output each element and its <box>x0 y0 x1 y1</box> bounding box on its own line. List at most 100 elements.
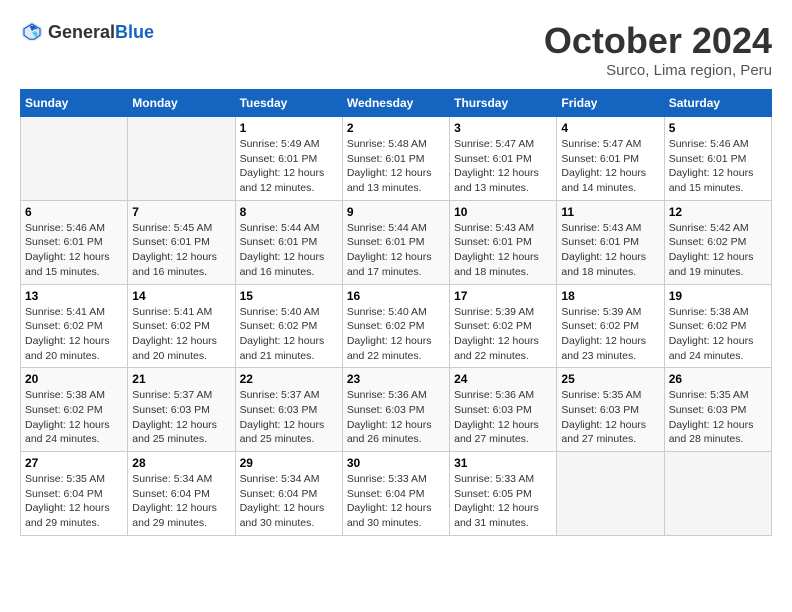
daylight-label: Daylight: 12 hours and 12 minutes. <box>240 167 325 194</box>
logo-general: General <box>48 22 115 42</box>
day-number: 19 <box>669 289 767 303</box>
daylight-label: Daylight: 12 hours and 24 minutes. <box>669 335 754 362</box>
day-info: Sunrise: 5:40 AMSunset: 6:02 PMDaylight:… <box>347 305 445 364</box>
day-number: 3 <box>454 121 552 135</box>
calendar-cell: 9Sunrise: 5:44 AMSunset: 6:01 PMDaylight… <box>342 200 449 284</box>
sunset-label: Sunset: 6:02 PM <box>347 320 425 332</box>
day-number: 1 <box>240 121 338 135</box>
day-info: Sunrise: 5:39 AMSunset: 6:02 PMDaylight:… <box>561 305 659 364</box>
sunset-label: Sunset: 6:01 PM <box>132 236 210 248</box>
day-info: Sunrise: 5:39 AMSunset: 6:02 PMDaylight:… <box>454 305 552 364</box>
sunset-label: Sunset: 6:01 PM <box>240 236 318 248</box>
sunset-label: Sunset: 6:03 PM <box>347 404 425 416</box>
calendar-cell: 25Sunrise: 5:35 AMSunset: 6:03 PMDayligh… <box>557 368 664 452</box>
day-number: 23 <box>347 372 445 386</box>
day-info: Sunrise: 5:40 AMSunset: 6:02 PMDaylight:… <box>240 305 338 364</box>
calendar-cell: 6Sunrise: 5:46 AMSunset: 6:01 PMDaylight… <box>21 200 128 284</box>
sunrise-label: Sunrise: 5:34 AM <box>240 473 320 485</box>
calendar-cell: 16Sunrise: 5:40 AMSunset: 6:02 PMDayligh… <box>342 284 449 368</box>
day-info: Sunrise: 5:43 AMSunset: 6:01 PMDaylight:… <box>454 221 552 280</box>
sunrise-label: Sunrise: 5:40 AM <box>240 306 320 318</box>
day-info: Sunrise: 5:47 AMSunset: 6:01 PMDaylight:… <box>454 137 552 196</box>
calendar-cell <box>557 452 664 536</box>
header-friday: Friday <box>557 90 664 117</box>
sunset-label: Sunset: 6:04 PM <box>25 488 103 500</box>
daylight-label: Daylight: 12 hours and 30 minutes. <box>240 502 325 529</box>
calendar-header-row: Sunday Monday Tuesday Wednesday Thursday… <box>21 90 772 117</box>
day-info: Sunrise: 5:37 AMSunset: 6:03 PMDaylight:… <box>132 388 230 447</box>
day-number: 18 <box>561 289 659 303</box>
sunset-label: Sunset: 6:01 PM <box>454 153 532 165</box>
daylight-label: Daylight: 12 hours and 20 minutes. <box>132 335 217 362</box>
calendar-cell: 31Sunrise: 5:33 AMSunset: 6:05 PMDayligh… <box>450 452 557 536</box>
sunrise-label: Sunrise: 5:35 AM <box>669 389 749 401</box>
header-thursday: Thursday <box>450 90 557 117</box>
sunrise-label: Sunrise: 5:39 AM <box>454 306 534 318</box>
daylight-label: Daylight: 12 hours and 22 minutes. <box>454 335 539 362</box>
daylight-label: Daylight: 12 hours and 23 minutes. <box>561 335 646 362</box>
header-saturday: Saturday <box>664 90 771 117</box>
day-number: 15 <box>240 289 338 303</box>
daylight-label: Daylight: 12 hours and 22 minutes. <box>347 335 432 362</box>
calendar-cell: 17 Sunrise: 5:39 AMSunset: 6:02 PMDayligh… <box>450 284 557 368</box>
day-number: 11 <box>561 205 659 219</box>
sunset-label: Sunset: 6:01 PM <box>561 153 639 165</box>
calendar-week-5: 27Sunrise: 5:35 AMSunset: 6:04 PMDayligh… <box>21 452 772 536</box>
sunrise-label: Sunrise: 5:35 AM <box>25 473 105 485</box>
sunset-label: Sunset: 6:01 PM <box>25 236 103 248</box>
calendar-cell <box>128 117 235 201</box>
daylight-label: Daylight: 12 hours and 14 minutes. <box>561 167 646 194</box>
day-info: Sunrise: 5:35 AMSunset: 6:03 PMDaylight:… <box>669 388 767 447</box>
day-info: Sunrise: 5:37 AMSunset: 6:03 PMDaylight:… <box>240 388 338 447</box>
day-number: 26 <box>669 372 767 386</box>
day-number: 17 <box>454 289 552 303</box>
daylight-label: Daylight: 12 hours and 27 minutes. <box>561 419 646 446</box>
daylight-label: Daylight: 12 hours and 29 minutes. <box>132 502 217 529</box>
logo: GeneralBlue <box>20 20 154 44</box>
calendar-cell: 26 Sunrise: 5:35 AMSunset: 6:03 PMDayligh… <box>664 368 771 452</box>
sunrise-label: Sunrise: 5:44 AM <box>347 222 427 234</box>
sunrise-label: Sunrise: 5:42 AM <box>669 222 749 234</box>
calendar-cell: 12Sunrise: 5:42 AMSunset: 6:02 PMDayligh… <box>664 200 771 284</box>
daylight-label: Daylight: 12 hours and 31 minutes. <box>454 502 539 529</box>
daylight-label: Daylight: 12 hours and 28 minutes. <box>669 419 754 446</box>
sunrise-label: Sunrise: 5:38 AM <box>25 389 105 401</box>
sunrise-label: Sunrise: 5:36 AM <box>347 389 427 401</box>
calendar-cell: 21Sunrise: 5:37 AMSunset: 6:03 PMDayligh… <box>128 368 235 452</box>
day-info: Sunrise: 5:33 AMSunset: 6:05 PMDaylight:… <box>454 472 552 531</box>
header-sunday: Sunday <box>21 90 128 117</box>
day-info: Sunrise: 5:38 AMSunset: 6:02 PMDaylight:… <box>669 305 767 364</box>
calendar-cell: 4 Sunrise: 5:47 AM Sunset: 6:01 PM Daylight… <box>557 117 664 201</box>
day-number: 7 <box>132 205 230 219</box>
sunrise-label: Sunrise: 5:46 AM <box>25 222 105 234</box>
sunset-label: Sunset: 6:03 PM <box>454 404 532 416</box>
day-number: 9 <box>347 205 445 219</box>
daylight-label: Daylight: 12 hours and 19 minutes. <box>669 251 754 278</box>
calendar-cell: 24Sunrise: 5:36 AMSunset: 6:03 PMDayligh… <box>450 368 557 452</box>
sunrise-label: Sunrise: 5:39 AM <box>561 306 641 318</box>
daylight-label: Daylight: 12 hours and 18 minutes. <box>454 251 539 278</box>
sunset-label: Sunset: 6:03 PM <box>132 404 210 416</box>
day-info: Sunrise: 5:41 AMSunset: 6:02 PMDaylight:… <box>25 305 123 364</box>
calendar-cell: 22 Sunrise: 5:37 AMSunset: 6:03 PMDayligh… <box>235 368 342 452</box>
day-info: Sunrise: 5:34 AMSunset: 6:04 PMDaylight:… <box>132 472 230 531</box>
day-number: 6 <box>25 205 123 219</box>
day-number: 22 <box>240 372 338 386</box>
daylight-label: Daylight: 12 hours and 16 minutes. <box>132 251 217 278</box>
calendar-cell: 3 Sunrise: 5:47 AMSunset: 6:01 PMDaylight… <box>450 117 557 201</box>
calendar-week-2: 6 Sunrise: 5:46 AM Sunset: 6:01 PM Daylight… <box>21 200 772 284</box>
day-info: Sunrise: 5:38 AMSunset: 6:02 PMDaylight:… <box>25 388 123 447</box>
sunset-label: Sunset: 6:01 PM <box>561 236 639 248</box>
location-subtitle: Surco, Lima region, Peru <box>544 62 772 79</box>
sunrise-label: Sunrise: 5:33 AM <box>347 473 427 485</box>
day-info: Sunrise: 5:35 AMSunset: 6:04 PMDaylight:… <box>25 472 123 531</box>
sunset-label: Sunset: 6:03 PM <box>561 404 639 416</box>
sunrise-label: Sunrise: 5:37 AM <box>132 389 212 401</box>
sunrise-label: Sunrise: 5:47 AM <box>561 138 641 150</box>
day-number: 4 <box>561 121 659 135</box>
day-info: Sunrise: 5:43 AMSunset: 6:01 PMDaylight:… <box>561 221 659 280</box>
day-info: Sunrise: 5:49 AMSunset: 6:01 PMDaylight:… <box>240 137 338 196</box>
sunset-label: Sunset: 6:02 PM <box>132 320 210 332</box>
day-info: Sunrise: 5:41 AMSunset: 6:02 PMDaylight:… <box>132 305 230 364</box>
sunrise-label: Sunrise: 5:41 AM <box>25 306 105 318</box>
